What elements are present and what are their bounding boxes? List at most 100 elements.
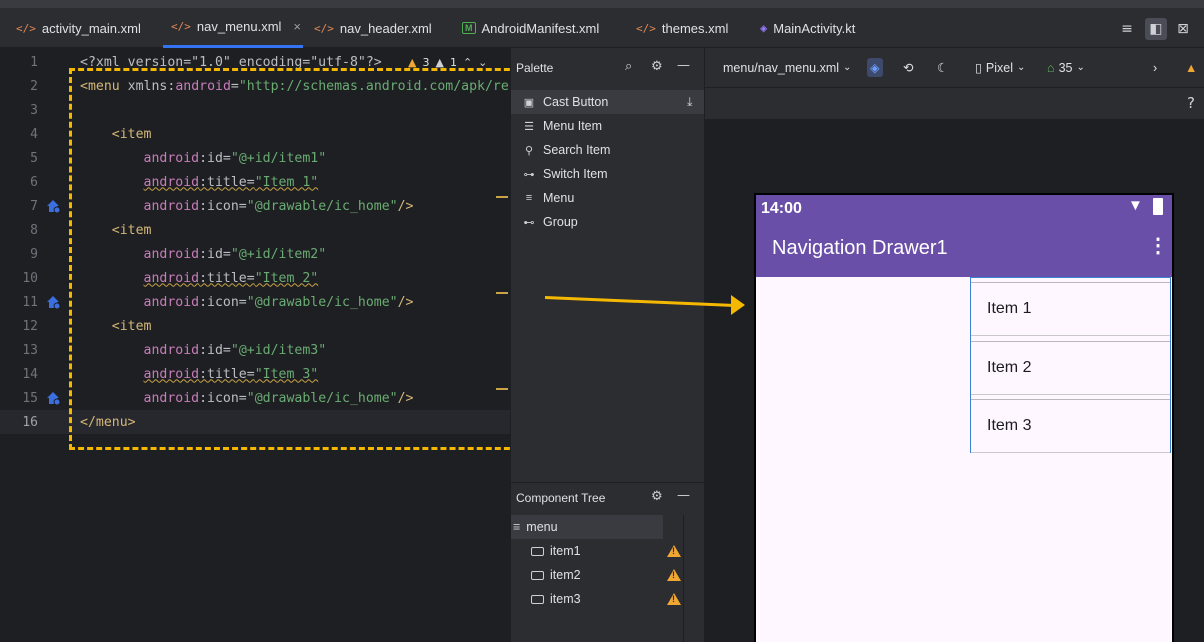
device-selector[interactable]: ▯ Pixel ⌄ [975, 60, 1025, 76]
code-line[interactable]: 10 android:title="Item 2" [0, 266, 510, 290]
phone-preview[interactable]: 14:00 ▼ Navigation Drawer1 ⋮ Item 1 Item… [754, 193, 1174, 642]
palette-item-cast-button[interactable]: ▣ Cast Button ⤓ [511, 90, 705, 114]
code-line[interactable]: 15 android:icon="@drawable/ic_home"/> [0, 386, 510, 410]
menu-item-1[interactable]: Item 1 [971, 282, 1170, 336]
code-token: "@drawable/ic_home" [246, 198, 398, 214]
close-icon[interactable]: × [293, 19, 301, 34]
code-view-icon[interactable]: ≡ [1116, 18, 1138, 40]
tab-android-manifest[interactable]: M AndroidManifest.xml [454, 8, 607, 48]
warning-icon[interactable] [667, 593, 681, 605]
gear-icon[interactable]: ⚙ [651, 59, 663, 74]
gear-icon[interactable]: ⚙ [651, 489, 663, 504]
code-editor[interactable]: ▲ 3 ▲ 1 ⌃ ⌄ 1 <?xml version="1.0" encodin… [0, 48, 517, 642]
code-line[interactable]: 14 android:title="Item 3" [0, 362, 510, 386]
warning-icon[interactable] [667, 569, 681, 581]
code-token: "@+id/item1" [230, 150, 327, 166]
palette-item-menu[interactable]: ≡ Menu [511, 186, 705, 210]
code-token: "http://schemas.android.com/apk/res [238, 78, 517, 94]
chevron-right-icon[interactable]: › [1153, 61, 1157, 75]
warning-icon[interactable]: ▲ [1185, 61, 1197, 75]
palette-item-switch-item[interactable]: ⊶ Switch Item [511, 162, 705, 186]
code-token: "Item 3" [254, 366, 319, 382]
tab-nav-header[interactable]: </> nav_header.xml [306, 8, 440, 48]
file-selector[interactable]: menu/nav_menu.xml ⌄ [723, 61, 851, 75]
palette-item-label: Group [543, 215, 578, 229]
palette-item-search-item[interactable]: ⚲ Search Item [511, 138, 705, 162]
code-line[interactable]: 6 android:title="Item 1" [0, 170, 510, 194]
menu-item-icon: ☰ [524, 120, 534, 133]
line-number: 14 [22, 366, 38, 382]
overflow-menu-icon[interactable]: ⋮ [1148, 233, 1168, 258]
code-line[interactable]: 4 <item [0, 122, 510, 146]
line-number: 7 [30, 198, 38, 214]
code-token: "@+id/item2" [230, 246, 327, 262]
code-line[interactable]: 7 android:icon="@drawable/ic_home"/> [0, 194, 510, 218]
design-view-icon[interactable]: ⊠ [1172, 18, 1194, 40]
tree-item-item2[interactable]: item2 [531, 563, 581, 587]
code-line[interactable]: 8 <item [0, 218, 510, 242]
menu-item-3[interactable]: Item 3 [971, 399, 1170, 453]
home-icon[interactable] [45, 294, 61, 310]
code-text: android:id="@+id/item1" [80, 150, 327, 166]
code-line[interactable]: 2 <menu xmlns:android="http://schemas.and… [0, 74, 517, 98]
minimize-icon[interactable]: — [677, 58, 690, 73]
night-mode-icon[interactable]: ☾ [937, 60, 948, 75]
code-line[interactable]: 1 <?xml version="1.0" encoding="utf-8"?> [0, 50, 510, 74]
search-icon[interactable]: ⌕ [625, 59, 632, 74]
fold-marker[interactable] [496, 196, 508, 198]
code-line[interactable]: 11 android:icon="@drawable/ic_home"/> [0, 290, 510, 314]
status-time: 14:00 [761, 200, 802, 217]
fold-marker[interactable] [496, 388, 508, 390]
menu-item-2[interactable]: Item 2 [971, 341, 1170, 395]
code-token: xmlns [127, 78, 168, 94]
code-line[interactable]: 5 android:id="@+id/item1" [0, 146, 510, 170]
split-view-icon[interactable]: ◧ [1145, 18, 1167, 40]
tab-themes[interactable]: </> themes.xml [628, 8, 736, 48]
orientation-icon[interactable]: ⟲ [903, 60, 913, 75]
palette-item-menu-item[interactable]: ☰ Menu Item [511, 114, 705, 138]
kotlin-file-icon: ◈ [760, 21, 768, 35]
code-line[interactable]: 3 [0, 98, 510, 122]
download-icon[interactable]: ⤓ [687, 95, 693, 110]
code-line[interactable]: 9 android:id="@+id/item2" [0, 242, 510, 266]
code-token: android [143, 198, 200, 214]
code-token: android [143, 270, 200, 286]
design-subtoolbar: ? [705, 88, 1204, 120]
layers-icon[interactable]: ◈ [867, 58, 883, 77]
minimize-icon[interactable]: — [677, 488, 690, 503]
home-icon[interactable] [45, 390, 61, 406]
line-number: 15 [22, 390, 38, 406]
warning-icon[interactable] [667, 545, 681, 557]
code-text: android:title="Item 2" [80, 270, 319, 286]
palette-item-label: Menu Item [543, 119, 603, 133]
tree-divider [683, 515, 684, 642]
code-line[interactable]: 12 <item [0, 314, 510, 338]
code-line[interactable]: 13 android:id="@+id/item3" [0, 338, 510, 362]
code-text: android:icon="@drawable/ic_home"/> [80, 199, 414, 214]
code-token: <item [111, 318, 152, 334]
fold-marker[interactable] [496, 292, 508, 294]
home-icon[interactable] [45, 198, 61, 214]
line-number: 1 [30, 54, 38, 70]
code-token: "@drawable/ic_home" [246, 390, 398, 406]
palette-title: Palette [516, 61, 554, 75]
line-number: 12 [22, 318, 38, 334]
help-icon[interactable]: ? [1187, 94, 1195, 112]
palette-item-group[interactable]: ⊷ Group [511, 210, 705, 234]
group-icon: ⊷ [523, 216, 535, 229]
code-token: <item [111, 126, 152, 142]
tab-main-activity[interactable]: ◈ MainActivity.kt [752, 8, 863, 48]
code-line[interactable]: 16 </menu> [0, 410, 510, 434]
tree-item-label: menu [526, 520, 558, 534]
tree-item-item3[interactable]: item3 [531, 587, 581, 611]
code-token: :id= [199, 246, 231, 262]
menu-icon: ≡ [513, 520, 521, 534]
code-token: :title= [199, 174, 255, 190]
tab-nav-menu[interactable]: </> nav_menu.xml × [163, 8, 303, 48]
tree-item-item1[interactable]: item1 [531, 539, 581, 563]
tab-activity-main[interactable]: </> activity_main.xml [8, 8, 149, 48]
api-selector[interactable]: ⌂ 35 ⌄ [1047, 61, 1085, 75]
code-text: android:icon="@drawable/ic_home"/> [80, 295, 414, 310]
code-text: android:icon="@drawable/ic_home"/> [80, 391, 414, 406]
tree-item-menu[interactable]: ≡ menu [511, 515, 663, 539]
